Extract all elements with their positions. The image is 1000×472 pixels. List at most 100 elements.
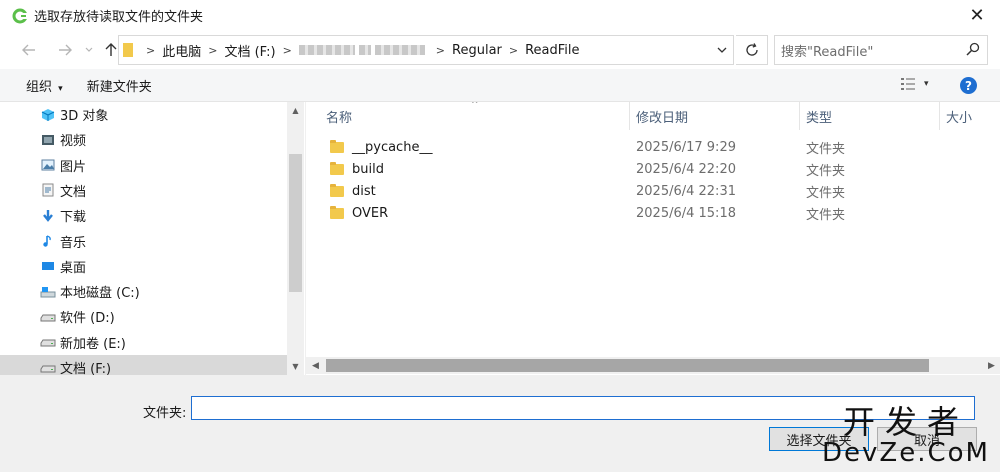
- file-date: 2025/6/4 15:18: [636, 205, 736, 221]
- breadcrumb-this-pc[interactable]: 此电脑: [162, 41, 201, 60]
- video-icon: [40, 132, 56, 148]
- sidebar-item[interactable]: 新加卷 (E:): [0, 330, 287, 355]
- arrow-right-icon: [59, 44, 72, 56]
- file-name-cell: build: [330, 158, 384, 180]
- file-row[interactable]: build 2025/6/4 22:20 文件夹: [306, 158, 1000, 180]
- breadcrumb-readfile[interactable]: ReadFile: [525, 43, 579, 58]
- sidebar-item[interactable]: 视频: [0, 127, 287, 152]
- recent-locations-button[interactable]: [78, 38, 100, 62]
- sidebar-item[interactable]: 3D 对象: [0, 102, 287, 127]
- file-date: 2025/6/4 22:31: [636, 183, 736, 199]
- organize-label: 组织: [26, 79, 53, 95]
- column-header-date[interactable]: 修改日期: [630, 102, 800, 130]
- refresh-icon: [745, 43, 758, 56]
- sidebar-item-label: 本地磁盘 (C:): [60, 286, 140, 302]
- scroll-up-arrow[interactable]: ▲: [287, 102, 304, 119]
- chevron-down-icon: [717, 47, 727, 53]
- cancel-button[interactable]: 取消: [877, 427, 977, 451]
- sidebar-item[interactable]: 下载: [0, 203, 287, 228]
- breadcrumb-regular[interactable]: Regular: [452, 43, 502, 58]
- drive-icon: [40, 360, 56, 376]
- sidebar-item[interactable]: 文档: [0, 178, 287, 203]
- scroll-right-arrow[interactable]: ▶: [983, 357, 1000, 374]
- file-type: 文件夹: [806, 207, 846, 223]
- sidebar-item[interactable]: 图片: [0, 153, 287, 178]
- 3d-objects-icon: [40, 107, 56, 123]
- file-type: 文件夹: [806, 141, 846, 157]
- drive-icon: [40, 309, 56, 325]
- column-header-type[interactable]: 类型: [800, 102, 940, 130]
- drive-icon: [40, 334, 56, 350]
- file-list-scrollbar[interactable]: ◀ ▶: [306, 357, 1000, 374]
- file-row[interactable]: __pycache__ 2025/6/17 9:29 文件夹: [306, 136, 1000, 158]
- sidebar-item[interactable]: 桌面: [0, 254, 287, 279]
- chevron-right-icon: >: [282, 43, 292, 57]
- file-type: 文件夹: [806, 163, 846, 179]
- scrollbar-thumb[interactable]: [326, 359, 929, 372]
- view-options-button[interactable]: ▾: [900, 77, 929, 91]
- navigation-pane: 3D 对象视频图片文档下载音乐 桌面本地磁盘 (C:) 软件 (D:) 新加卷 (E:…: [0, 102, 305, 375]
- column-header-name[interactable]: 名称: [320, 102, 630, 130]
- navigation-bar: > 此电脑 > 文档 (F:) > > Regular > ReadFile 搜…: [0, 31, 1000, 69]
- download-icon: [40, 208, 56, 224]
- details-view-icon: [901, 78, 915, 90]
- file-list: ^ 名称 修改日期 类型 大小 __pycache__ 2025/6/17 9:2…: [306, 102, 1000, 375]
- file-type: 文件夹: [806, 185, 846, 201]
- documents-icon: [40, 182, 56, 198]
- chevron-right-icon: >: [208, 43, 218, 57]
- sidebar-item[interactable]: 音乐: [0, 229, 287, 254]
- close-button[interactable]: ✕: [954, 0, 1000, 31]
- navigation-scrollbar[interactable]: ▲ ▼: [287, 102, 304, 375]
- sidebar-item-label: 视频: [60, 134, 87, 150]
- redacted-path: [298, 45, 355, 55]
- column-header-size[interactable]: 大小: [940, 102, 1000, 130]
- sidebar-item-label: 新加卷 (E:): [60, 336, 126, 352]
- folder-icon: [330, 183, 344, 197]
- chevron-right-icon: >: [508, 43, 519, 57]
- file-date: 2025/6/4 22:20: [636, 161, 736, 177]
- sidebar-item-label: 下载: [60, 210, 87, 226]
- desktop-icon: [40, 258, 56, 274]
- app-icon: [12, 8, 28, 23]
- forward-button[interactable]: [54, 38, 76, 62]
- window-title: 选取存放待读取文件的文件夹: [34, 10, 204, 25]
- sidebar-item[interactable]: 软件 (D:): [0, 304, 287, 329]
- chevron-right-icon: >: [435, 43, 446, 57]
- file-row[interactable]: dist 2025/6/4 22:31 文件夹: [306, 180, 1000, 202]
- arrow-up-icon: [105, 43, 117, 56]
- file-name: dist: [352, 183, 376, 199]
- help-icon: ?: [965, 78, 972, 93]
- file-row[interactable]: OVER 2025/6/4 15:18 文件夹: [306, 202, 1000, 224]
- select-folder-button[interactable]: 选择文件夹: [769, 427, 869, 451]
- sidebar-item-label: 3D 对象: [60, 109, 109, 124]
- sidebar-item-label: 文档: [60, 184, 87, 200]
- search-input[interactable]: 搜索"ReadFile": [774, 35, 988, 65]
- address-bar[interactable]: > 此电脑 > 文档 (F:) > > Regular > ReadFile: [118, 35, 734, 65]
- pictures-icon: [40, 157, 56, 173]
- organize-menu[interactable]: 组织 ▾: [26, 76, 63, 95]
- file-name: __pycache__: [352, 139, 433, 155]
- scroll-left-arrow[interactable]: ◀: [307, 357, 324, 374]
- file-name-cell: dist: [330, 180, 376, 202]
- scrollbar-thumb[interactable]: [289, 154, 302, 292]
- close-icon: ✕: [969, 5, 985, 26]
- search-icon: [966, 42, 980, 56]
- back-button[interactable]: [18, 38, 40, 62]
- new-folder-button[interactable]: 新建文件夹: [87, 76, 152, 95]
- breadcrumb-drive-f[interactable]: 文档 (F:): [224, 41, 275, 60]
- folder-icon: [330, 139, 344, 153]
- refresh-button[interactable]: [736, 35, 768, 65]
- sidebar-item-label: 图片: [60, 159, 87, 175]
- help-button[interactable]: ?: [960, 77, 977, 94]
- sidebar-item-label: 软件 (D:): [60, 311, 115, 327]
- folder-name-input[interactable]: [191, 396, 975, 420]
- system-drive-icon: [40, 284, 56, 300]
- sidebar-item[interactable]: 本地磁盘 (C:): [0, 279, 287, 304]
- chevron-down-icon: [85, 47, 93, 52]
- address-dropdown-button[interactable]: [711, 36, 733, 64]
- scroll-down-arrow[interactable]: ▼: [287, 358, 304, 375]
- sidebar-item[interactable]: 文档 (F:): [0, 355, 287, 375]
- dialog-footer: 文件夹: 选择文件夹 取消: [0, 375, 1000, 472]
- file-date: 2025/6/17 9:29: [636, 139, 736, 155]
- search-placeholder: 搜索"ReadFile": [781, 44, 874, 60]
